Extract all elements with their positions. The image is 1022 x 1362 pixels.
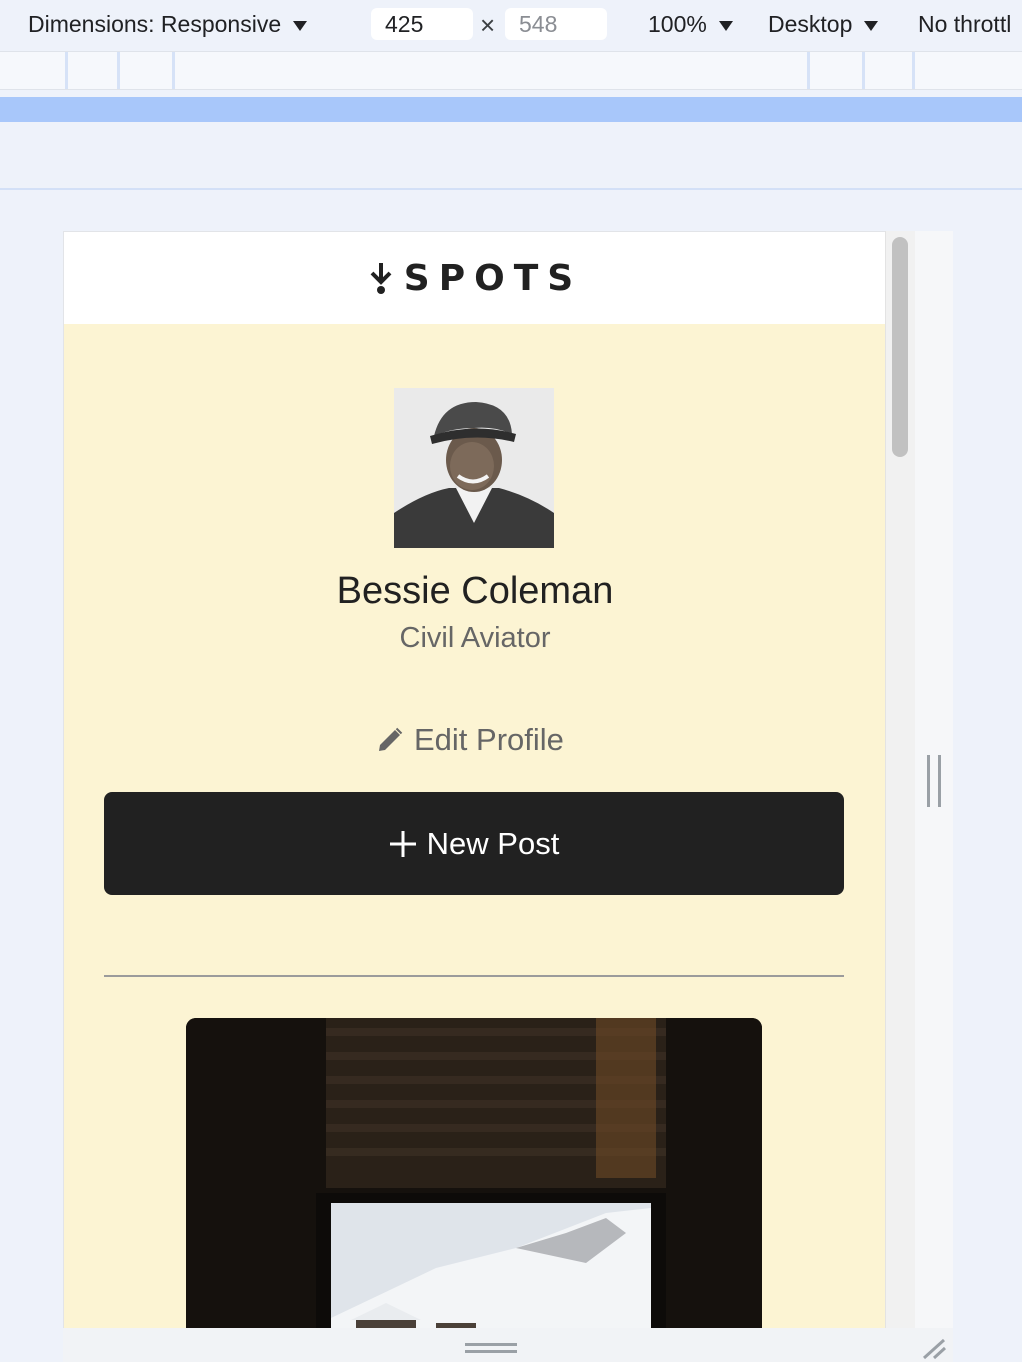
zoom-label: 100% — [648, 11, 707, 37]
edit-profile-label: Edit Profile — [414, 722, 564, 757]
dropdown-caret-icon — [293, 20, 308, 31]
site-logo[interactable]: SPOTS — [368, 258, 582, 299]
media-query-segment[interactable] — [117, 52, 172, 89]
width-input[interactable]: 425 — [371, 8, 473, 40]
profile-name: Bessie Coleman — [336, 570, 614, 612]
ruler-area — [0, 122, 1022, 190]
device-viewport: SPOTS Bessie Coleman Civil Aviator Edit … — [63, 231, 885, 1328]
pencil-icon — [379, 727, 403, 751]
logo-text: SPOTS — [403, 257, 583, 299]
media-query-segment[interactable] — [862, 52, 912, 89]
avatar — [394, 388, 554, 548]
times-icon: × — [480, 10, 496, 40]
viewport-scrollbar[interactable] — [885, 231, 915, 1328]
dropdown-caret-icon — [718, 20, 733, 31]
throttling-dropdown[interactable]: No throttl — [918, 11, 1011, 38]
dimensions-dropdown[interactable]: Dimensions: Responsive — [28, 11, 308, 38]
plus-icon — [389, 830, 416, 857]
device-type-label: Desktop — [768, 11, 853, 37]
post-card-image[interactable] — [186, 1018, 762, 1328]
media-query-segment[interactable] — [65, 52, 117, 89]
new-post-button[interactable]: New Post — [104, 792, 844, 895]
profile-description: Civil Aviator — [399, 622, 551, 654]
bottom-resize-handle-icon[interactable] — [465, 1343, 517, 1353]
corner-resize-handle-icon[interactable] — [920, 1336, 948, 1360]
section-divider — [104, 975, 844, 977]
devtools-device-toolbar: Dimensions: Responsive 425 × 548 100% De… — [0, 0, 1022, 50]
edit-profile-button[interactable]: Edit Profile — [376, 720, 564, 760]
new-post-label: New Post — [426, 825, 560, 861]
media-query-segment[interactable] — [172, 52, 807, 89]
media-query-highlight[interactable] — [0, 97, 1022, 122]
device-type-dropdown[interactable]: Desktop — [768, 11, 879, 38]
dimensions-label: Dimensions: Responsive — [28, 11, 282, 37]
scrollbar-thumb[interactable] — [892, 237, 908, 457]
spots-logo-icon — [370, 263, 392, 294]
site-header: SPOTS — [64, 232, 885, 324]
media-query-segment[interactable] — [912, 52, 1022, 89]
side-resize-handle-icon[interactable] — [927, 755, 941, 807]
media-query-bar — [0, 51, 1022, 90]
dropdown-caret-icon — [864, 20, 879, 31]
zoom-dropdown[interactable]: 100% — [648, 11, 733, 38]
height-input[interactable]: 548 — [505, 8, 607, 40]
media-query-segment[interactable] — [807, 52, 862, 89]
